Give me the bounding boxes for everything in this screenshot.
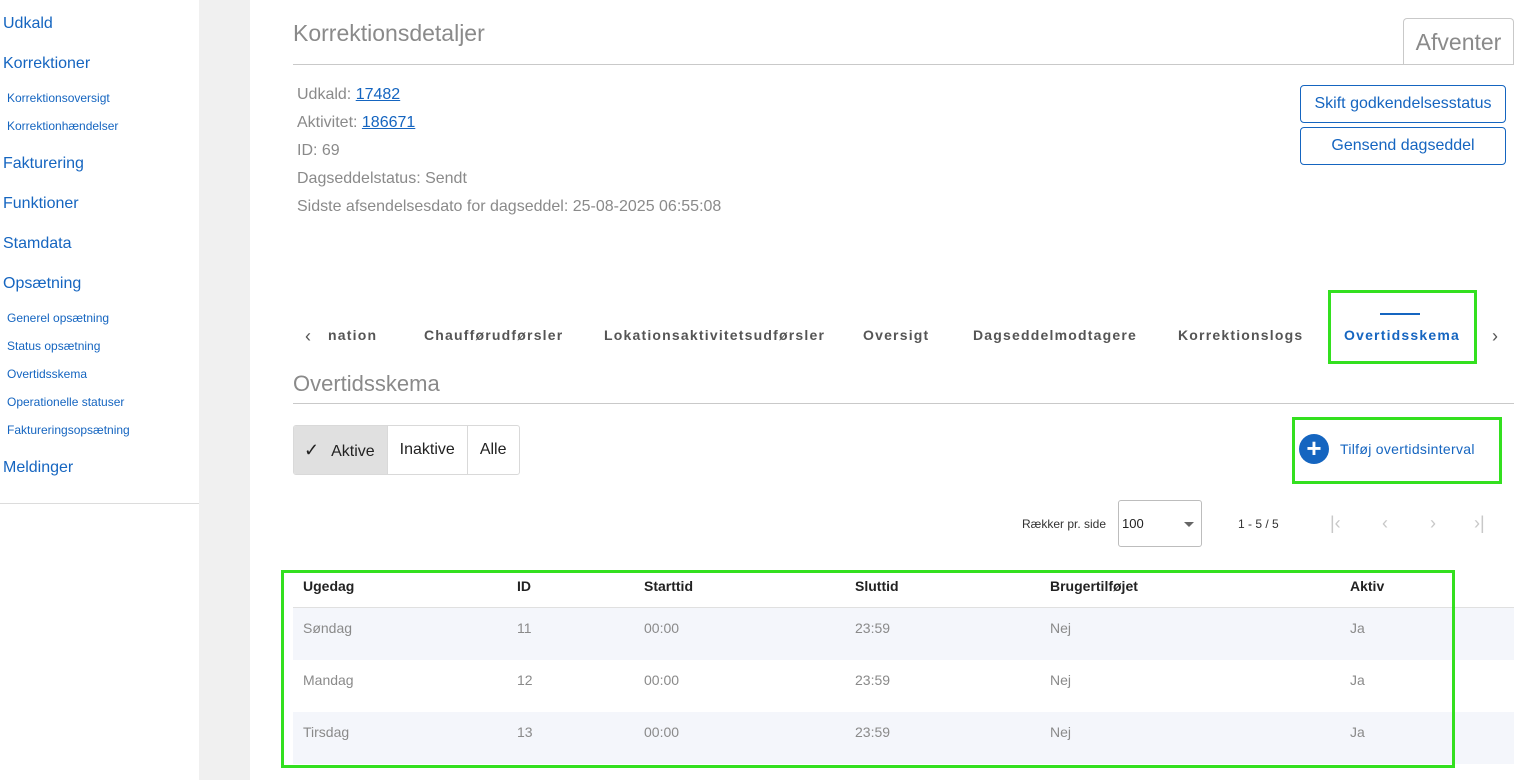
tab-lokationsaktivitetsudforsler[interactable]: Lokationsaktivitetsudførsler [604,327,825,343]
section-divider [293,403,1514,404]
status-badge: Afventer [1403,18,1514,64]
tab-korrektionslogs[interactable]: Korrektionslogs [1178,327,1303,343]
info-id: ID: 69 [297,142,340,159]
tab-overtidsskema[interactable]: Overtidsskema [1344,327,1460,343]
nav-udkald[interactable]: Udkald [3,15,53,33]
nav-generel-opsaetning[interactable]: Generel opsætning [7,311,109,325]
filter-inaktive[interactable]: Inaktive [386,426,467,474]
table-highlight [281,570,1455,768]
info-aktivitet-label: Aktivitet: [297,114,362,131]
udkald-link[interactable]: 17482 [356,86,401,103]
filter-aktive[interactable]: ✓ Aktive [294,426,387,474]
nav-funktioner[interactable]: Funktioner [3,195,79,213]
nav-fakturering[interactable]: Fakturering [3,155,84,173]
filter-alle[interactable]: Alle [466,426,519,474]
info-udkald: Udkald: 17482 [297,86,400,104]
nav-faktureringsopsaetning[interactable]: Faktureringsopsætning [7,423,130,437]
aktivitet-link[interactable]: 186671 [362,114,415,131]
tab-nation[interactable]: nation [328,327,377,343]
check-icon: ✓ [304,440,320,460]
tab-dagseddelmodtagere[interactable]: Dagseddelmodtagere [973,327,1137,343]
info-udkald-label: Udkald: [297,86,356,103]
tab-chaufforudforsler[interactable]: Chaufførudførsler [424,327,563,343]
info-afsendelsesdato: Sidste afsendelsesdato for dagseddel: 25… [297,198,722,215]
filter-toggle-group: ✓ Aktive Inaktive Alle [293,425,520,475]
nav-status-opsaetning[interactable]: Status opsætning [7,339,100,353]
section-title: Overtidsskema [293,371,440,396]
nav-operationelle-statuser[interactable]: Operationelle statuser [7,395,124,409]
nav-korrektionsoversigt[interactable]: Korrektionsoversigt [7,91,110,105]
first-page-icon[interactable]: |‹ [1330,513,1341,534]
info-aktivitet: Aktivitet: 186671 [297,114,415,132]
rows-per-page-select[interactable]: 100 [1118,500,1202,547]
next-page-icon[interactable]: › [1430,513,1436,534]
gensend-dagseddel-button[interactable]: Gensend dagseddel [1300,127,1506,165]
skift-godkendelsesstatus-button[interactable]: Skift godkendelsesstatus [1300,85,1506,123]
info-dagseddelstatus: Dagseddelstatus: Sendt [297,170,467,187]
add-overtidsinterval-label: Tilføj overtidsinterval [1340,441,1475,457]
last-page-icon[interactable]: ›| [1474,513,1485,534]
dropdown-arrow-icon [1184,522,1194,527]
sidebar: Udkald Korrektioner Korrektionsoversigt … [0,0,199,780]
tabs-next-icon[interactable]: › [1492,326,1498,347]
add-overtidsinterval-button[interactable]: + Tilføj overtidsinterval [1299,434,1475,464]
page-title: Korrektionsdetaljer [293,20,485,46]
nav-overtidsskema[interactable]: Overtidsskema [7,367,87,381]
gutter [199,0,250,780]
plus-icon: + [1299,434,1329,464]
tabs-prev-icon[interactable]: ‹ [305,326,311,347]
main-content: Korrektionsdetaljer Afventer Udkald: 174… [250,0,1529,780]
tab-oversigt[interactable]: Oversigt [863,327,929,343]
title-divider [293,64,1514,65]
nav-stamdata[interactable]: Stamdata [3,235,71,253]
tab-active-indicator [1380,313,1420,315]
rows-per-page-value: 100 [1122,516,1144,531]
prev-page-icon[interactable]: ‹ [1382,513,1388,534]
nav-korrektionhaendelser[interactable]: Korrektionhændelser [7,119,118,133]
nav-korrektioner[interactable]: Korrektioner [3,55,90,73]
nav-opsaetning[interactable]: Opsætning [3,275,81,293]
nav-meldinger[interactable]: Meldinger [3,459,73,477]
rows-per-page-label: Rækker pr. side [1022,517,1107,531]
pagination-range: 1 - 5 / 5 [1238,517,1279,531]
sidebar-divider [0,503,199,504]
filter-aktive-label: Aktive [331,443,375,460]
